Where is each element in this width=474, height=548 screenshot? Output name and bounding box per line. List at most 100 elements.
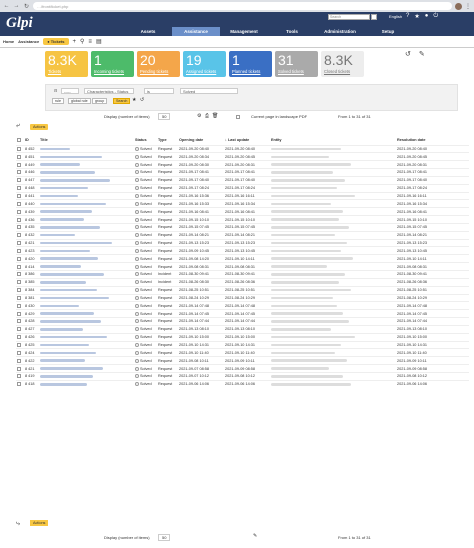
menu-assistance[interactable]: Assistance (172, 27, 220, 36)
row-checkbox[interactable] (17, 186, 21, 191)
row-checkbox[interactable] (17, 288, 21, 293)
ticket-title-link[interactable] (39, 255, 134, 263)
table-row[interactable]: 8 449 Solved Request 2021-09-20 08:30 2021-0… (16, 160, 469, 169)
ticket-title-link[interactable] (39, 294, 134, 302)
table-row[interactable]: 8 432 Solved Request 2021-09-14 08:21 2021-0… (16, 231, 469, 239)
row-checkbox[interactable] (17, 280, 21, 285)
ticket-title-link[interactable] (39, 161, 134, 169)
row-checkbox[interactable] (17, 209, 21, 214)
add-rule-button[interactable]: rule (52, 98, 64, 104)
search-submit-button[interactable] (371, 14, 377, 20)
forward-icon[interactable]: → (13, 3, 20, 9)
breadcrumb-home[interactable]: Home (3, 39, 14, 44)
ticket-title-link[interactable] (39, 310, 134, 318)
row-checkbox[interactable] (17, 264, 21, 269)
row-checkbox[interactable] (17, 233, 21, 238)
back-icon[interactable]: ← (3, 3, 10, 9)
row-checkbox[interactable] (17, 241, 21, 246)
table-row[interactable]: 8 451 Solved Request 2021-09-20 08:34 2021-0… (16, 152, 469, 161)
export-icon-bottom[interactable]: ✎ (253, 533, 257, 539)
ticket-title-link[interactable] (39, 372, 134, 380)
ticket-title-link[interactable] (39, 380, 134, 388)
table-row[interactable]: 8 381 Solved Request 2021-08-24 10:29 2021-0… (16, 294, 469, 302)
col-resolution-date[interactable]: Resolution date (396, 136, 469, 145)
ticket-title-link[interactable] (39, 200, 134, 208)
help-icon[interactable]: ? (406, 13, 409, 20)
browser-menu-icon[interactable]: ⋮ (465, 3, 471, 10)
card-closed[interactable]: 8.3K Closed tickets (321, 51, 364, 77)
language-selector[interactable]: English (389, 14, 402, 19)
user-icon[interactable]: ● (425, 13, 429, 20)
display-count-select-bottom[interactable]: 50 (158, 534, 171, 541)
table-row[interactable]: 8 430 Solved Request 2021-09-14 07:48 2021-0… (16, 301, 469, 310)
ticket-title-link[interactable] (39, 271, 134, 279)
row-checkbox[interactable] (17, 366, 21, 371)
row-checkbox[interactable] (17, 374, 21, 379)
row-checkbox[interactable] (17, 162, 21, 167)
add-group-button[interactable]: group (92, 98, 108, 104)
table-row[interactable]: 8 439 Solved Request 2021-09-16 08:41 2021-0… (16, 207, 469, 216)
breadcrumb-tickets[interactable]: ● Tickets (43, 38, 69, 45)
ticket-title-link[interactable] (39, 153, 134, 161)
ticket-title-link[interactable] (39, 231, 134, 239)
row-checkbox[interactable] (17, 335, 21, 340)
table-row[interactable]: 8 421 Solved Request 2021-09-07 08:58 2021-0… (16, 364, 469, 373)
row-checkbox[interactable] (17, 319, 21, 324)
table-row[interactable]: 8 427 Solved Request 2021-09-13 08:10 2021-0… (16, 325, 469, 333)
display-count-select[interactable]: 50 (158, 113, 171, 120)
ticket-title-link[interactable] (39, 239, 134, 247)
row-checkbox[interactable] (17, 327, 21, 332)
table-row[interactable]: 8 441 Solved Request 2021-09-16 15:36 2021-0… (16, 192, 469, 200)
row-checkbox[interactable] (17, 272, 21, 277)
ticket-title-link[interactable] (39, 318, 134, 326)
search-icon[interactable]: ⚲ (80, 38, 84, 45)
search-button[interactable]: Search (113, 98, 131, 104)
add-icon[interactable]: + (73, 39, 77, 45)
trash-icon[interactable]: 🗑 (212, 113, 218, 119)
ticket-title-link[interactable] (39, 349, 134, 357)
table-row[interactable]: 8 385 Solved Incident 2021-08-26 08:30 2021-… (16, 278, 469, 286)
table-row[interactable]: 8 384 Solved Request 2021-08-25 10:51 2021-0… (16, 286, 469, 294)
ticket-title-link[interactable] (39, 365, 134, 373)
table-row[interactable]: 8 426 Solved Request 2021-09-10 15:00 2021-0… (16, 333, 469, 341)
row-checkbox[interactable] (17, 350, 21, 355)
menu-assets[interactable]: Assets (124, 27, 172, 36)
card-tickets[interactable]: 8.3K Tickets (45, 51, 88, 77)
export-checkbox[interactable] (236, 114, 240, 119)
ticket-title-link[interactable] (39, 263, 134, 271)
address-bar[interactable]: …/front/ticket.php (33, 2, 452, 10)
table-row[interactable]: 8 418 Solved Request 2021-09-06 14:06 2021-0… (16, 380, 469, 388)
col-title[interactable]: Title (39, 136, 134, 145)
export-format-select[interactable]: Current page in landscape PDF (251, 114, 307, 119)
ticket-title-link[interactable] (39, 216, 134, 224)
row-checkbox[interactable] (17, 295, 21, 300)
breadcrumb-assistance[interactable]: Assistance (18, 39, 39, 44)
ticket-title-link[interactable] (39, 192, 134, 200)
ticket-title-link[interactable] (39, 176, 134, 184)
table-row[interactable]: 8 448 Solved Request 2021-09-17 08:24 2021-0… (16, 184, 469, 192)
row-checkbox[interactable] (17, 193, 21, 198)
ticket-title-link[interactable] (39, 223, 134, 231)
criteria-link-select[interactable]: ----- (61, 88, 79, 94)
table-row[interactable]: 8 425 Solved Request 2021-09-10 14:31 2021-0… (16, 341, 469, 349)
avatar[interactable] (455, 2, 462, 10)
table-row[interactable]: 8 435 Solved Request 2021-09-15 07:45 2021-0… (16, 223, 469, 231)
logout-icon[interactable]: ⏻ (433, 13, 438, 20)
ticket-title-link[interactable] (39, 278, 134, 286)
star-icon[interactable]: ★ (414, 13, 419, 20)
row-checkbox[interactable] (17, 217, 21, 222)
list-icon[interactable]: ≡ (88, 39, 92, 45)
ticket-title-link[interactable] (39, 184, 134, 192)
table-row[interactable]: 8 436 Solved Request 2021-09-15 10:10 2021-0… (16, 215, 469, 224)
col-type[interactable]: Type (157, 136, 178, 145)
edit-icon[interactable]: ✎ (419, 50, 425, 58)
row-checkbox[interactable] (17, 154, 21, 159)
table-row[interactable]: 8 440 Solved Request 2021-09-16 15:33 2021-0… (16, 199, 469, 208)
row-checkbox[interactable] (17, 358, 21, 363)
ticket-title-link[interactable] (39, 341, 134, 349)
table-row[interactable]: 8 414 Solved Request 2021-09-08 08:31 2021-0… (16, 262, 469, 271)
row-checkbox[interactable] (17, 146, 21, 151)
menu-management[interactable]: Management (220, 27, 268, 36)
table-row[interactable]: 8 446 Solved Request 2021-09-17 08:41 2021-0… (16, 168, 469, 177)
reset-search-icon[interactable]: ↺ (138, 98, 146, 104)
